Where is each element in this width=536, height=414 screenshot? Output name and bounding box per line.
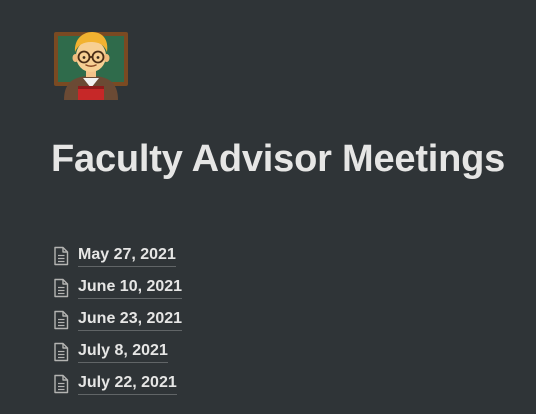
page-title: Faculty Advisor Meetings (51, 138, 506, 180)
subpage-link-label[interactable]: June 23, 2021 (78, 309, 183, 331)
subpage-link[interactable]: July 8, 2021 (52, 336, 182, 368)
document-icon (54, 342, 69, 362)
document-icon (54, 278, 69, 298)
subpage-link[interactable]: July 22, 2021 (52, 368, 182, 400)
subpage-link-label[interactable]: July 8, 2021 (78, 341, 168, 363)
document-icon (54, 374, 69, 394)
subpage-link[interactable]: May 27, 2021 (52, 240, 182, 272)
page-canvas: Faculty Advisor Meetings May 27, 2021 Ju… (0, 0, 536, 414)
subpage-list: May 27, 2021 June 10, 2021 June 23, 2021 (52, 240, 183, 400)
subpage-link-label[interactable]: June 10, 2021 (78, 277, 183, 299)
subpage-link[interactable]: June 10, 2021 (52, 272, 183, 304)
document-icon (54, 246, 69, 266)
subpage-link-label[interactable]: July 22, 2021 (78, 373, 177, 395)
subpage-link[interactable]: June 23, 2021 (52, 304, 183, 336)
document-icon (54, 310, 69, 330)
subpage-link-label[interactable]: May 27, 2021 (78, 245, 176, 267)
teacher-emoji-icon[interactable] (52, 22, 130, 100)
